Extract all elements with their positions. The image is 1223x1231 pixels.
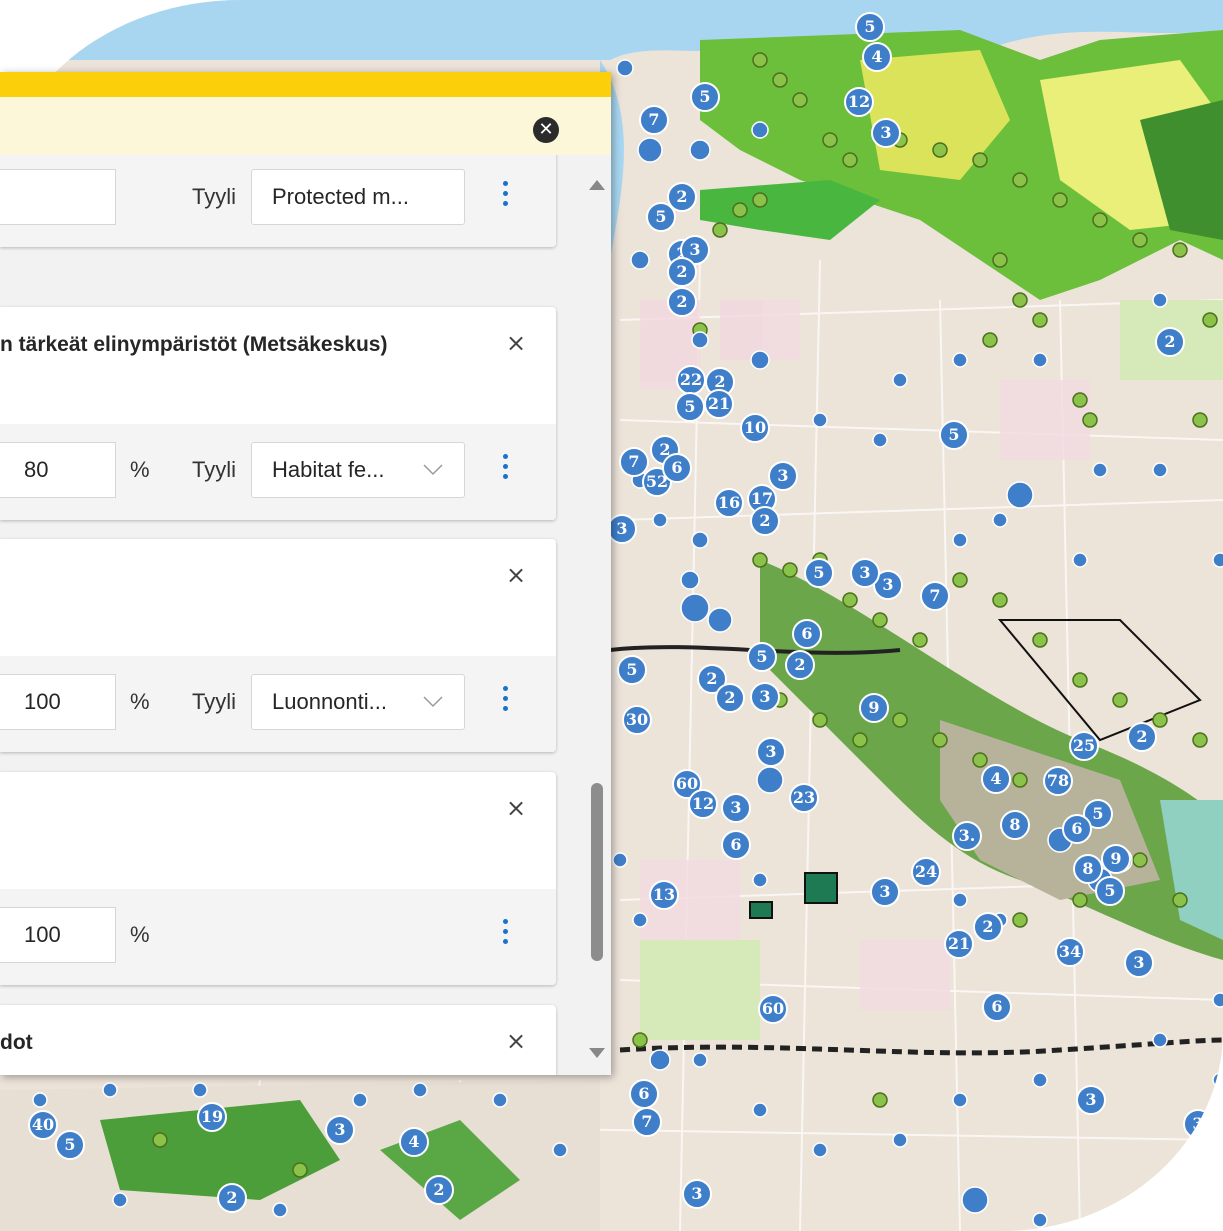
layer-controls: 100 % — [0, 889, 556, 985]
layer-card: dot × — [0, 1005, 556, 1075]
layer-controls: 100 % Tyyli Luonnonti... — [0, 656, 556, 752]
layer-card: Tyyli Protected m... — [0, 155, 556, 247]
layer-selection-panel: ✕ Tyyli Protected m... n tärkeät elinymp… — [0, 72, 611, 1075]
layer-card: × 100 % — [0, 772, 556, 985]
opacity-input[interactable]: 100 — [0, 674, 116, 730]
close-icon[interactable]: × — [504, 331, 528, 355]
layer-title: n tärkeät elinympäristöt (Metsäkeskus) — [0, 333, 388, 356]
layer-controls: Tyyli Protected m... — [0, 155, 556, 247]
layer-card: × 100 % Tyyli Luonnonti... — [0, 539, 556, 752]
layer-list: Tyyli Protected m... n tärkeät elinympär… — [0, 155, 582, 1075]
style-select[interactable]: Luonnonti... — [251, 674, 465, 730]
style-value: Luonnonti... — [272, 689, 387, 714]
more-vertical-icon[interactable] — [499, 177, 511, 217]
layer-controls: 80 % Tyyli Habitat fe... — [0, 424, 556, 520]
close-icon[interactable]: × — [504, 563, 528, 587]
layer-title: dot — [0, 1031, 33, 1054]
panel-scrollbar[interactable] — [585, 155, 609, 1075]
scroll-up-icon[interactable] — [589, 180, 605, 190]
scrollbar-thumb[interactable] — [591, 783, 603, 961]
style-value: Protected m... — [272, 184, 409, 209]
more-vertical-icon[interactable] — [499, 682, 511, 722]
percent-label: % — [130, 922, 150, 947]
layer-card: n tärkeät elinympäristöt (Metsäkeskus) ×… — [0, 307, 556, 520]
opacity-input[interactable] — [0, 169, 116, 225]
close-icon[interactable]: × — [504, 1029, 528, 1053]
style-label: Tyyli — [192, 184, 236, 209]
style-select[interactable]: Protected m... — [251, 169, 465, 225]
panel-header: ✕ — [0, 97, 611, 155]
more-vertical-icon[interactable] — [499, 450, 511, 490]
more-vertical-icon[interactable] — [499, 915, 511, 955]
panel-accent-bar — [0, 72, 611, 97]
style-label: Tyyli — [192, 457, 236, 482]
style-value: Habitat fe... — [272, 457, 385, 482]
close-icon[interactable]: × — [504, 796, 528, 820]
opacity-input[interactable]: 100 — [0, 907, 116, 963]
style-select[interactable]: Habitat fe... — [251, 442, 465, 498]
style-label: Tyyli — [192, 689, 236, 714]
close-panel-icon[interactable]: ✕ — [533, 117, 559, 143]
opacity-input[interactable]: 80 — [0, 442, 116, 498]
percent-label: % — [130, 689, 150, 714]
chevron-down-icon — [423, 464, 443, 476]
percent-label: % — [130, 457, 150, 482]
chevron-down-icon — [423, 696, 443, 708]
scroll-down-icon[interactable] — [589, 1048, 605, 1058]
